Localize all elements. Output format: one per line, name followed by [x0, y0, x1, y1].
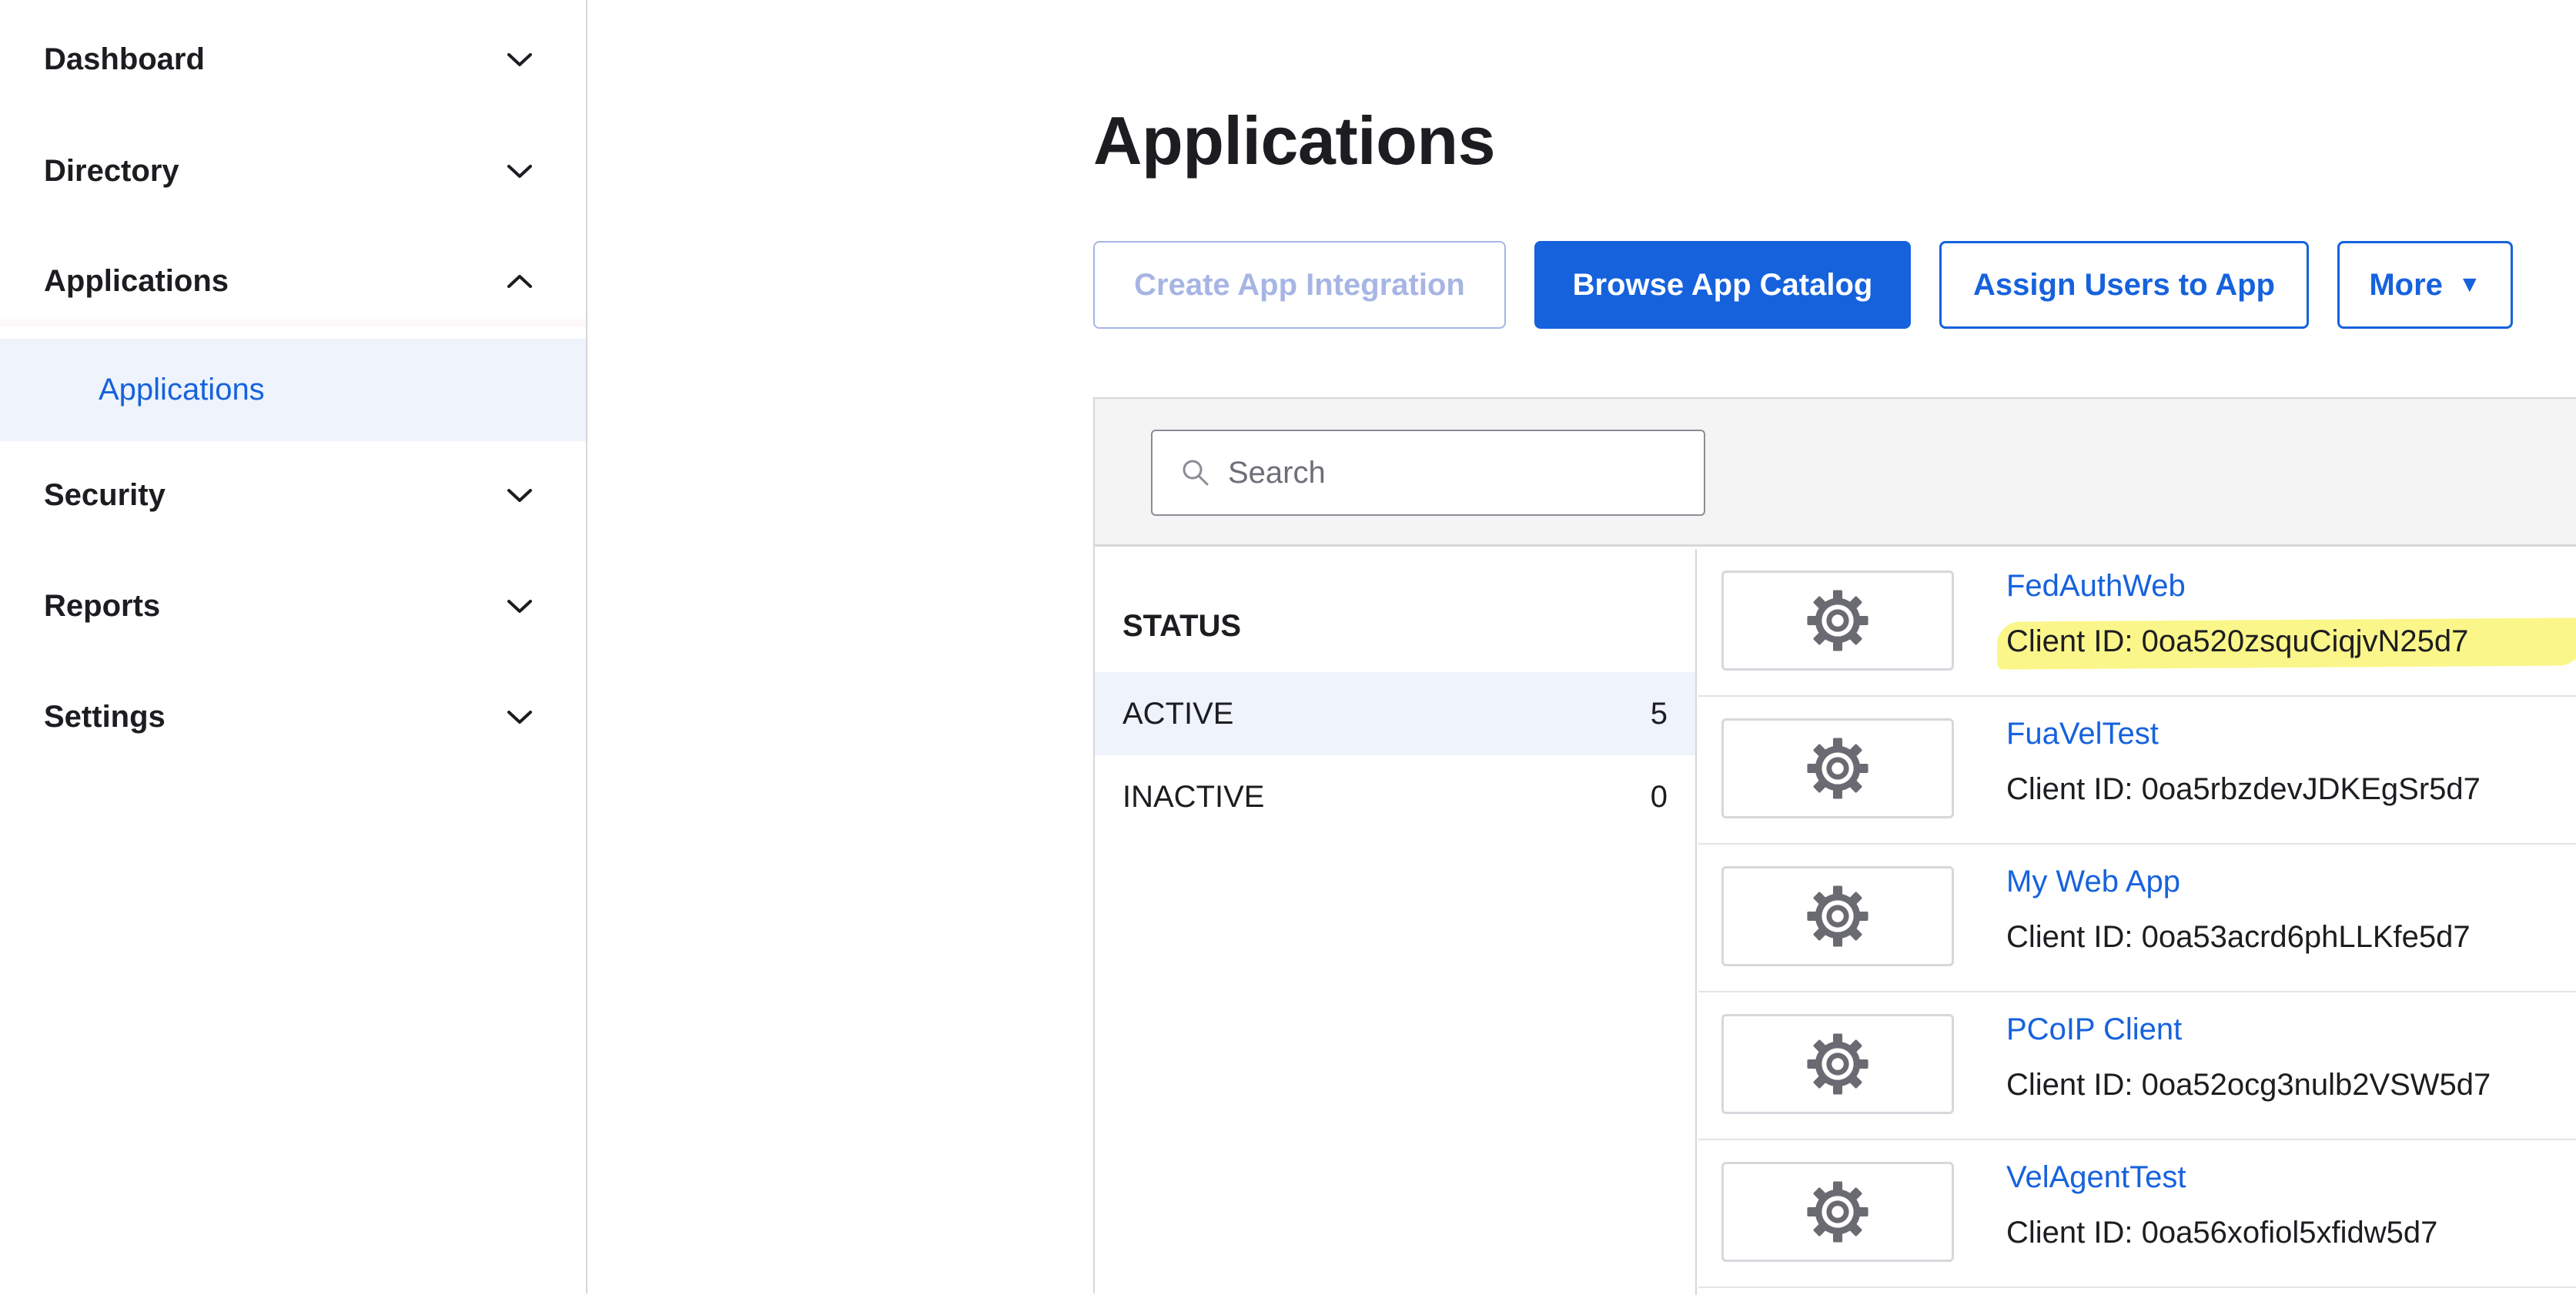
status-count: 0 [1650, 779, 1668, 814]
app-logo[interactable] [1721, 866, 1954, 966]
app-client-id: Client ID: 0oa5rbzdevJDKEgSr5d7 [2006, 772, 2481, 806]
chevron-down-icon [507, 165, 532, 178]
applications-panel: STATUS ACTIVE 5 INACTIVE 0 [1093, 397, 2576, 1295]
app-name-link[interactable]: FuaVelTest [2006, 717, 2159, 751]
nav-divider [0, 316, 586, 326]
app-client-id: Client ID: 0oa56xofiol5xfidw5d7 [2006, 1216, 2438, 1250]
app-client-id: Client ID: 0oa52ocg3nulb2VSW5d7 [2006, 1068, 2491, 1102]
app-client-id: Client ID: 0oa53acrd6phLLKfe5d7 [2006, 920, 2471, 954]
assign-users-to-app-button[interactable]: Assign Users to App [1939, 241, 2309, 329]
app-logo[interactable] [1721, 1014, 1954, 1114]
sidebar-item-settings[interactable]: Settings [0, 682, 586, 751]
sidebar-item-applications[interactable]: Applications [0, 246, 586, 316]
sidebar-item-directory[interactable]: Directory [0, 136, 586, 206]
chevron-down-icon [507, 489, 532, 502]
create-app-integration-button[interactable]: Create App Integration [1093, 241, 1506, 329]
gear-icon [1807, 885, 1868, 947]
sidebar-subitem-label: Applications [99, 373, 265, 407]
sidebar-item-dashboard[interactable]: Dashboard [0, 25, 586, 94]
sidebar-item-label: Directory [44, 153, 179, 188]
app-row: FedAuthWeb Client ID: 0oa520zsquCiqjvN25… [1698, 549, 2576, 697]
app-row: VelAgentTest Client ID: 0oa56xofiol5xfid… [1698, 1140, 2576, 1288]
status-label: ACTIVE [1122, 696, 1234, 731]
app-logo[interactable] [1721, 718, 1954, 818]
app-name-link[interactable]: PCoIP Client [2006, 1012, 2182, 1047]
status-heading: STATUS [1122, 609, 1242, 643]
app-list: FedAuthWeb Client ID: 0oa520zsquCiqjvN25… [1698, 549, 2576, 1295]
sidebar-item-reports[interactable]: Reports [0, 571, 586, 641]
more-button[interactable]: More ▼ [2337, 241, 2513, 329]
search-box[interactable] [1151, 430, 1705, 516]
gear-icon [1807, 590, 1868, 651]
sidebar-item-label: Settings [44, 699, 166, 734]
sidebar-nav: Dashboard Directory Applications Applica… [0, 0, 587, 1293]
page-title: Applications [1093, 102, 1496, 179]
app-name-link[interactable]: My Web App [2006, 865, 2180, 899]
app-logo[interactable] [1721, 571, 1954, 671]
browse-app-catalog-button[interactable]: Browse App Catalog [1534, 241, 1911, 329]
search-input[interactable] [1226, 454, 1688, 491]
app-name-link[interactable]: VelAgentTest [2006, 1160, 2186, 1195]
gear-icon [1807, 1181, 1868, 1243]
sidebar-item-label: Applications [44, 263, 229, 298]
chevron-down-icon [507, 600, 532, 613]
sidebar-item-label: Reports [44, 588, 161, 623]
sidebar-item-security[interactable]: Security [0, 460, 586, 530]
status-count: 5 [1650, 696, 1668, 731]
gear-icon [1807, 738, 1868, 799]
search-icon [1183, 460, 1209, 486]
app-logo[interactable] [1721, 1162, 1954, 1262]
button-label: More [2369, 267, 2443, 302]
chevron-up-icon [507, 275, 532, 288]
button-label: Assign Users to App [1973, 267, 2275, 302]
button-label: Browse App Catalog [1572, 267, 1873, 302]
app-client-id: Client ID: 0oa520zsquCiqjvN25d7 [2006, 624, 2469, 658]
status-filter: STATUS ACTIVE 5 INACTIVE 0 [1095, 549, 1697, 1295]
gear-icon [1807, 1033, 1868, 1095]
sidebar-subitem-applications[interactable]: Applications [0, 339, 586, 441]
app-row: FuaVelTest Client ID: 0oa5rbzdevJDKEgSr5… [1698, 697, 2576, 845]
caret-down-icon: ▼ [2457, 272, 2481, 297]
button-label: Create App Integration [1134, 267, 1465, 302]
status-filter-active[interactable]: ACTIVE 5 [1095, 672, 1695, 755]
sidebar-item-label: Security [44, 477, 166, 512]
app-row: My Web App Client ID: 0oa53acrd6phLLKfe5… [1698, 845, 2576, 992]
sidebar-item-label: Dashboard [44, 42, 205, 76]
status-label: INACTIVE [1122, 779, 1265, 814]
chevron-down-icon [507, 53, 532, 66]
panel-toolbar [1095, 399, 2576, 547]
chevron-down-icon [507, 711, 532, 724]
app-row: PCoIP Client Client ID: 0oa52ocg3nulb2VS… [1698, 992, 2576, 1140]
app-name-link[interactable]: FedAuthWeb [2006, 569, 2186, 604]
status-filter-inactive[interactable]: INACTIVE 0 [1095, 755, 1695, 838]
